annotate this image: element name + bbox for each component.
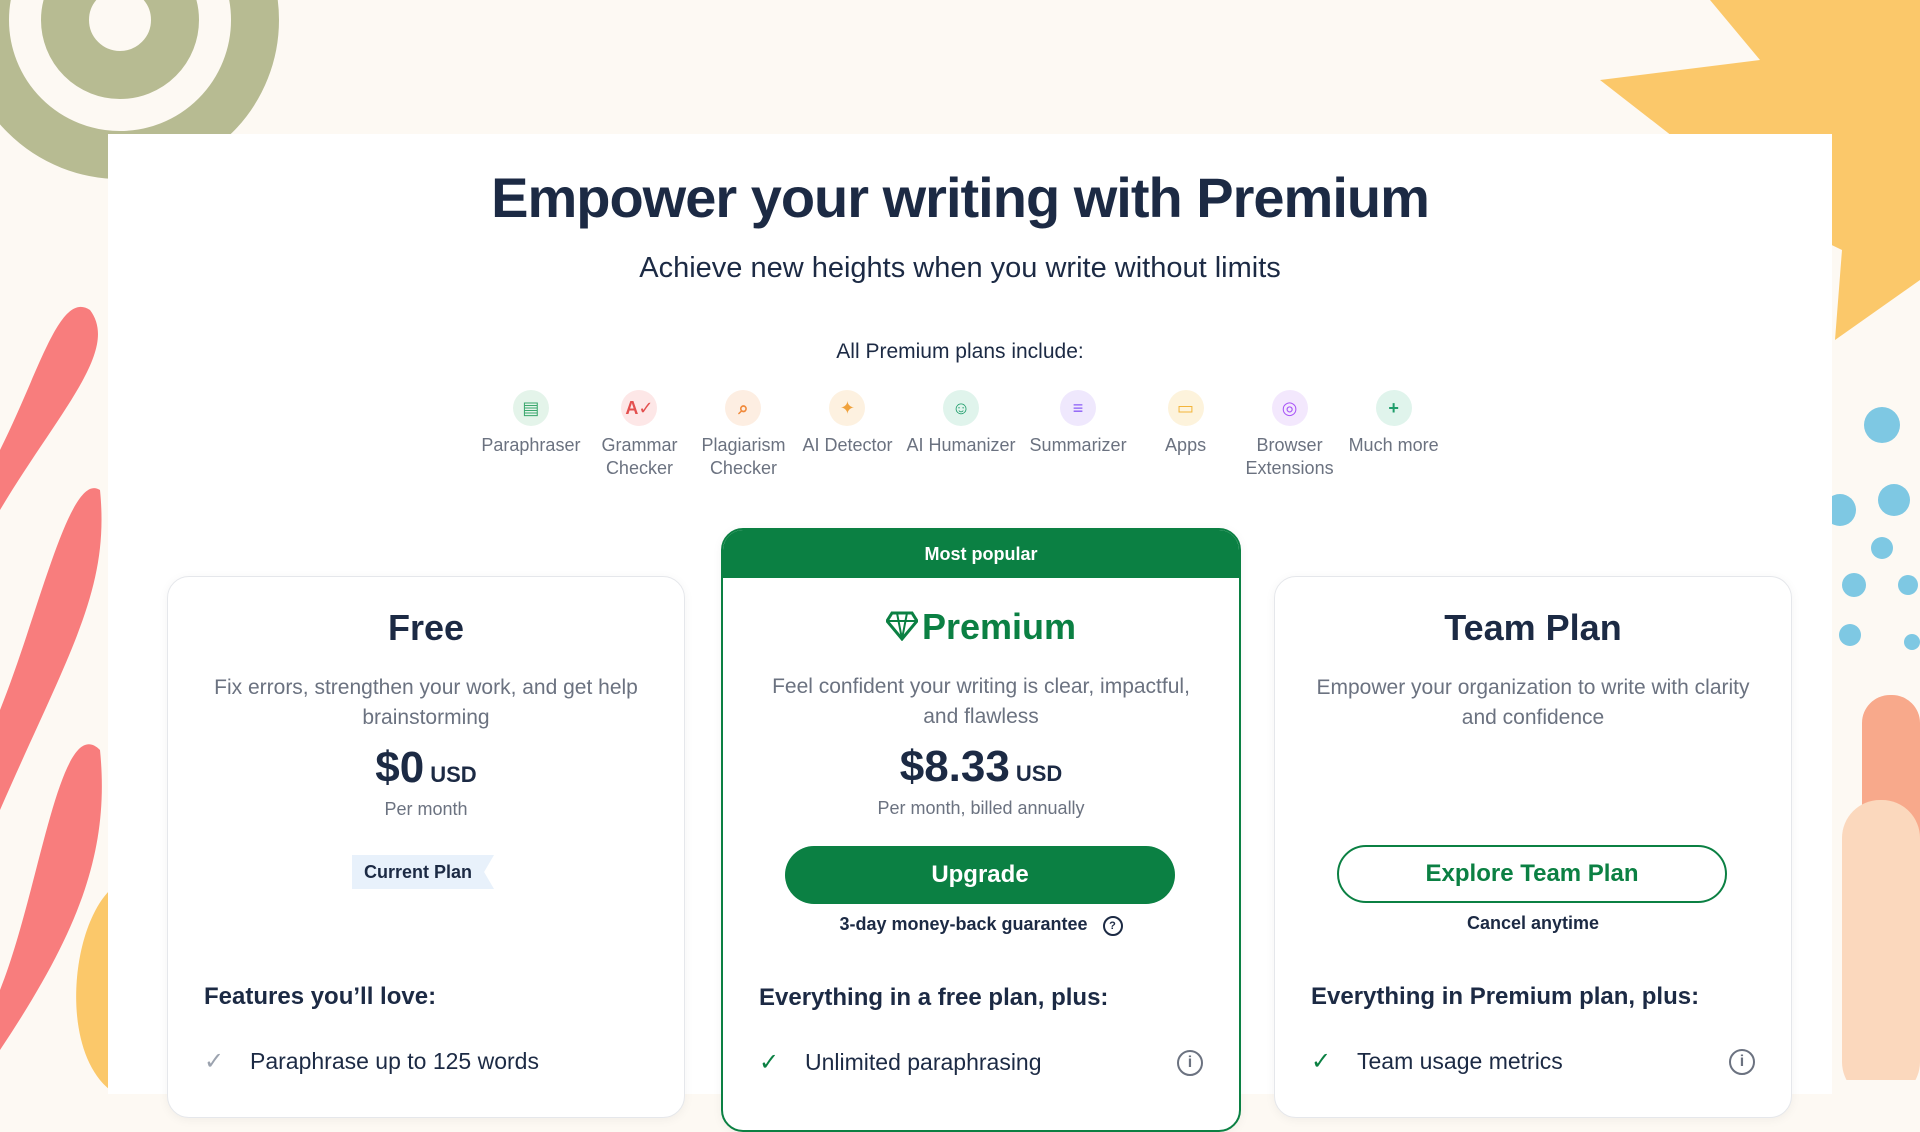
ai-detector-icon: ✦ — [829, 390, 866, 426]
plan-description: Empower your organization to write with … — [1316, 676, 1750, 729]
browser-extensions-icon: ◎ — [1271, 390, 1308, 426]
feature-label: Browser Extensions — [1245, 435, 1334, 478]
plagiarism-checker-icon: ⌕ — [725, 390, 762, 426]
cancel-anytime-note: Cancel anytime — [1466, 913, 1600, 933]
plan-description: Feel confident your writing is clear, im… — [772, 675, 1190, 728]
plus-icon: + — [1375, 390, 1412, 426]
apps-icon: ▭ — [1167, 390, 1204, 426]
check-icon: ✓ — [204, 1048, 225, 1075]
features-heading: Features you’ll love: — [204, 983, 437, 1010]
feature-list: ▤ Paraphraser A✓ Grammar Checker ⌕ Plagi… — [0, 390, 1920, 480]
feature-ai-humanizer[interactable]: ☺ AI Humanizer — [907, 390, 1016, 480]
feature-label: Plagiarism Checker — [701, 435, 786, 478]
plan-name: Free — [387, 607, 465, 648]
feature-row: ✓ Unlimited paraphrasing i — [759, 1048, 1203, 1077]
guarantee-text: 3-day money-back guarantee — [839, 914, 1088, 934]
upgrade-button[interactable]: Upgrade — [785, 846, 1175, 904]
plan-name: Team Plan — [1444, 607, 1622, 648]
diamond-icon — [885, 611, 919, 642]
feature-text: Team usage metrics — [1357, 1048, 1563, 1074]
check-icon: ✓ — [1311, 1048, 1332, 1075]
price-amount: $0 — [375, 743, 425, 792]
feature-label: Apps — [1165, 435, 1207, 455]
paraphraser-icon: ▤ — [512, 390, 549, 426]
page-title: Empower your writing with Premium — [491, 166, 1430, 229]
feature-label: AI Detector — [802, 435, 893, 455]
plan-description: Fix errors, strengthen your work, and ge… — [214, 676, 638, 729]
feature-ai-detector[interactable]: ✦ AI Detector — [802, 390, 893, 480]
price-currency: USD — [1015, 761, 1063, 786]
guarantee-row: 3-day money-back guarantee ? — [723, 914, 1239, 936]
feature-row: ✓ Team usage metrics i — [1311, 1047, 1755, 1076]
plan-name-row: Premium — [723, 606, 1239, 648]
plan-card-free: Free Fix errors, strengthen your work, a… — [167, 576, 685, 1118]
feature-label: Much more — [1348, 435, 1439, 455]
features-heading: Everything in a free plan, plus: — [759, 984, 1109, 1011]
feature-summarizer[interactable]: ≡ Summarizer — [1030, 390, 1127, 480]
feature-text: Unlimited paraphrasing — [805, 1049, 1042, 1075]
price: $0 USD — [168, 743, 684, 793]
price-currency: USD — [430, 762, 477, 787]
grammar-checker-icon: A✓ — [621, 390, 658, 426]
feature-label: AI Humanizer — [906, 435, 1016, 455]
feature-browser-extensions[interactable]: ◎ Browser Extensions — [1245, 390, 1335, 480]
feature-row: ✓ Paraphrase up to 125 words — [204, 1047, 648, 1076]
most-popular-badge: Most popular — [723, 530, 1239, 578]
feature-label: Grammar Checker — [601, 435, 678, 478]
feature-plagiarism-checker[interactable]: ⌕ Plagiarism Checker — [698, 390, 788, 480]
plan-card-team: Team Plan Empower your organization to w… — [1274, 576, 1792, 1118]
plan-name: Premium — [921, 606, 1077, 647]
feature-much-more[interactable]: + Much more — [1349, 390, 1439, 480]
decorative-dots — [1832, 407, 1920, 1080]
page-subtitle: Achieve new heights when you write witho… — [639, 252, 1281, 284]
explore-team-plan-button[interactable]: Explore Team Plan — [1337, 845, 1727, 903]
feature-grammar-checker[interactable]: A✓ Grammar Checker — [594, 390, 684, 480]
feature-paraphraser[interactable]: ▤ Paraphraser — [481, 390, 580, 480]
includes-heading: All Premium plans include: — [836, 340, 1084, 363]
info-icon[interactable]: i — [1729, 1048, 1755, 1075]
help-icon[interactable]: ? — [1102, 916, 1123, 936]
feature-label: Summarizer — [1029, 435, 1127, 455]
info-icon[interactable]: i — [1177, 1049, 1203, 1076]
ai-humanizer-icon: ☺ — [943, 390, 980, 426]
current-plan-badge: Current Plan — [352, 855, 495, 889]
features-heading: Everything in Premium plan, plus: — [1311, 983, 1700, 1010]
price-note: Per month, billed annually — [877, 798, 1085, 818]
check-icon: ✓ — [759, 1049, 780, 1076]
feature-apps[interactable]: ▭ Apps — [1141, 390, 1231, 480]
feature-label: Paraphraser — [481, 435, 581, 455]
plan-card-premium: Most popular Premium Feel confident your… — [721, 528, 1241, 1132]
feature-text: Paraphrase up to 125 words — [250, 1048, 539, 1074]
price-note: Per month — [384, 799, 468, 819]
price-amount: $8.33 — [899, 742, 1010, 791]
summarizer-icon: ≡ — [1060, 390, 1097, 426]
price: $8.33 USD — [723, 742, 1239, 792]
